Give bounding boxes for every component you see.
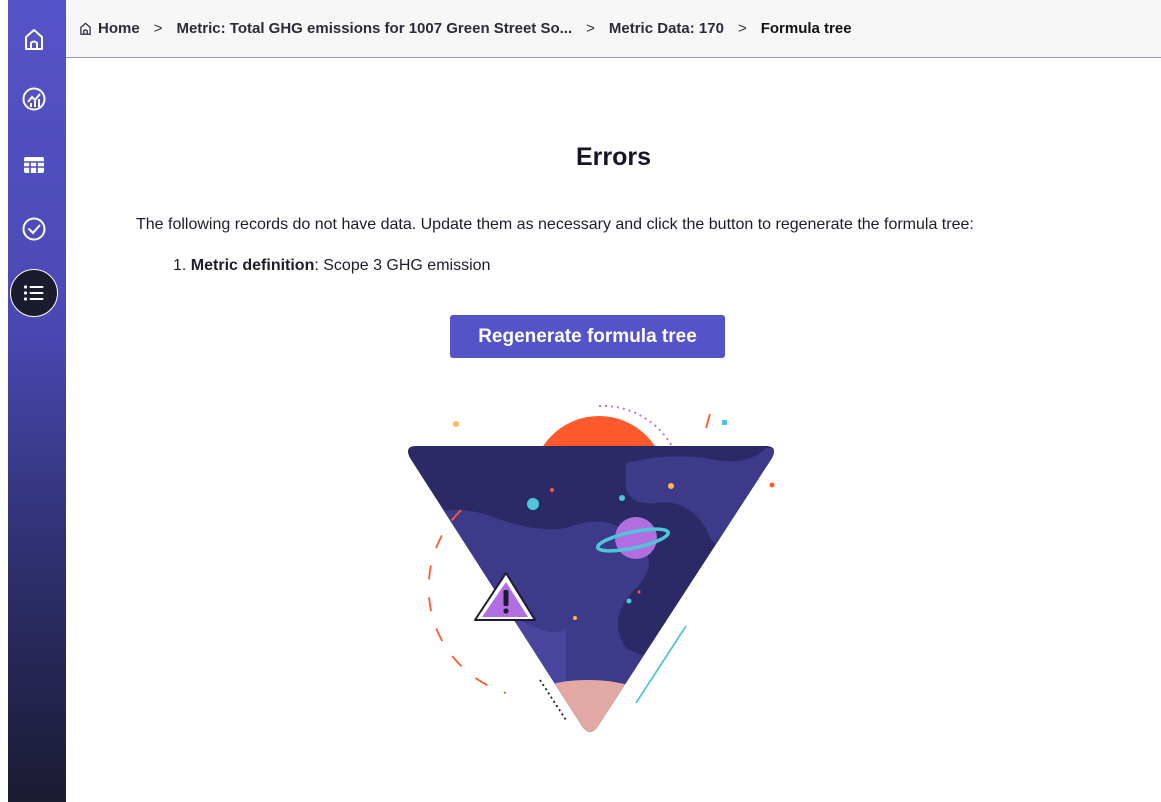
- dashboard-icon: [22, 87, 46, 111]
- error-illustration: [408, 405, 775, 732]
- active-indicator: [10, 269, 58, 317]
- sidebar: [0, 0, 66, 802]
- sidebar-edge: [0, 0, 8, 802]
- breadcrumb-metric-data[interactable]: Metric Data: 170: [609, 20, 724, 37]
- list-item-label[interactable]: Metric definition: [191, 257, 315, 274]
- list-item: 1. Metric definition: Scope 3 GHG emissi…: [173, 257, 490, 275]
- home-icon: [80, 22, 91, 35]
- breadcrumb-home-label: Home: [98, 20, 140, 37]
- breadcrumb-separator: >: [153, 20, 163, 37]
- home-icon: [25, 29, 43, 50]
- table-icon: [24, 157, 44, 173]
- breadcrumb-metric[interactable]: Metric: Total GHG emissions for 1007 Gre…: [176, 20, 572, 37]
- list-item-value: Scope 3 GHG emission: [318, 257, 491, 274]
- sidebar-item-list[interactable]: [8, 267, 60, 319]
- list-item-number: 1.: [173, 257, 187, 274]
- breadcrumb-home[interactable]: Home: [78, 20, 140, 37]
- breadcrumb-current: Formula tree: [760, 20, 852, 37]
- list-icon: [23, 285, 44, 301]
- planet-shape: [615, 517, 657, 559]
- breadcrumb-separator: >: [586, 20, 595, 37]
- error-description: The following records do not have data. …: [136, 216, 974, 233]
- check-circle-icon: [22, 217, 46, 241]
- sidebar-item-dashboard[interactable]: [8, 73, 60, 125]
- sidebar-item-table[interactable]: [8, 139, 60, 191]
- page-title: Errors: [575, 143, 652, 171]
- error-list: 1. Metric definition: Scope 3 GHG emissi…: [173, 257, 490, 275]
- sidebar-item-home[interactable]: [8, 13, 60, 65]
- breadcrumb: Home > Metric: Total GHG emissions for 1…: [66, 0, 1161, 58]
- main-content: Errors The following records do not have…: [66, 58, 1161, 802]
- sidebar-item-tasks[interactable]: [8, 203, 60, 255]
- regenerate-formula-tree-button[interactable]: Regenerate formula tree: [450, 315, 725, 358]
- breadcrumb-separator: >: [737, 20, 747, 37]
